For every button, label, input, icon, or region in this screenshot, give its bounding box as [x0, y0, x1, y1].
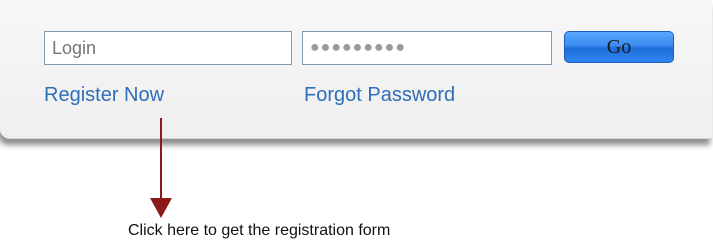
go-button[interactable]: Go	[564, 31, 674, 63]
login-panel: ●●●●●●●●● Go Register Now Forgot Passwor…	[0, 0, 712, 139]
annotation-arrow-icon	[150, 198, 172, 218]
go-button-label: Go	[606, 36, 632, 58]
register-now-link[interactable]: Register Now	[44, 84, 164, 107]
stage: ●●●●●●●●● Go Register Now Forgot Passwor…	[0, 0, 713, 243]
login-username-input[interactable]	[44, 31, 292, 65]
annotation-caption: Click here to get the registration form	[128, 222, 391, 239]
login-password-input[interactable]: ●●●●●●●●●	[302, 31, 552, 65]
password-mask: ●●●●●●●●●	[310, 39, 406, 56]
annotation-arrow-line	[160, 118, 162, 206]
forgot-password-link[interactable]: Forgot Password	[304, 84, 455, 107]
